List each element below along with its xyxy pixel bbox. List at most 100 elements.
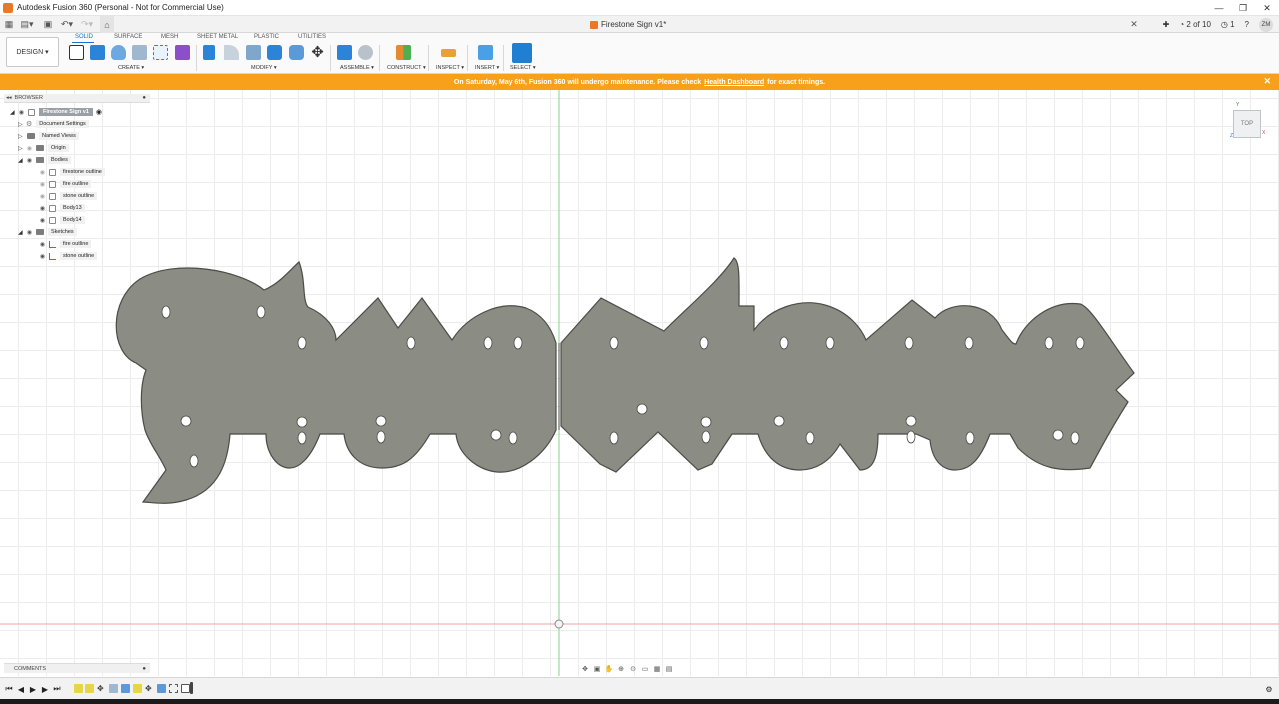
modify-group-label[interactable]: MODIFY ▾: [251, 65, 277, 71]
visibility-eye-icon[interactable]: ◉: [38, 193, 47, 200]
timeline-settings-icon[interactable]: ⚙: [1264, 684, 1274, 694]
create-sketch-icon[interactable]: [69, 45, 84, 60]
tab-mesh[interactable]: MESH: [161, 34, 178, 40]
revolve-icon[interactable]: [111, 45, 126, 60]
assemble-group-label[interactable]: ASSEMBLE ▾: [340, 65, 374, 71]
tree-item-named-views[interactable]: ▷ Named Views: [18, 131, 79, 141]
maximize-icon[interactable]: ❐: [1231, 0, 1255, 16]
timeline-feature-item[interactable]: [169, 684, 178, 693]
look-at-icon[interactable]: ▣: [592, 664, 602, 673]
health-dashboard-link[interactable]: Health Dashboard: [704, 79, 764, 86]
orbit-icon[interactable]: ✥: [580, 664, 590, 673]
grid-settings-icon[interactable]: ▦: [652, 664, 662, 673]
timeline-sketch-item[interactable]: [74, 684, 83, 693]
tab-solid[interactable]: SOLID: [75, 34, 93, 40]
press-pull-icon[interactable]: [203, 45, 215, 60]
save-icon[interactable]: ▣: [42, 16, 54, 33]
collapse-browser-icon[interactable]: ◂◂: [6, 95, 12, 101]
step-forward-icon[interactable]: ▶: [40, 684, 50, 694]
expand-triangle-icon[interactable]: ▷: [18, 145, 25, 152]
timeline-sketch-item[interactable]: [133, 684, 142, 693]
insert-image-icon[interactable]: [478, 45, 493, 60]
visibility-eye-icon[interactable]: ◉: [38, 241, 47, 248]
zoom-icon[interactable]: ⊕: [616, 664, 626, 673]
design-canvas[interactable]: [0, 90, 1279, 676]
construct-group-label[interactable]: CONSTRUCT ▾: [387, 65, 426, 71]
fit-icon[interactable]: ⊙: [628, 664, 638, 673]
viewcube[interactable]: TOP: [1233, 110, 1261, 138]
offset-plane-icon[interactable]: [396, 45, 411, 60]
tree-item-sketches[interactable]: ◢ ◉ Sketches: [18, 227, 77, 237]
visibility-eye-icon[interactable]: ◉: [38, 205, 47, 212]
tree-item-bodies[interactable]: ◢ ◉ Bodies: [18, 155, 71, 165]
new-component-icon[interactable]: [337, 45, 352, 60]
inspect-group-label[interactable]: INSPECT ▾: [436, 65, 464, 71]
expand-triangle-icon[interactable]: ▷: [18, 121, 25, 128]
close-icon[interactable]: ✕: [1255, 0, 1279, 16]
tree-item-body[interactable]: ◉ firestone outline: [38, 167, 105, 177]
user-avatar[interactable]: ZM: [1259, 17, 1273, 32]
visibility-eye-icon[interactable]: ◉: [17, 109, 26, 116]
timeline-feature-item[interactable]: [109, 684, 118, 693]
timeline-move-item[interactable]: ✥: [145, 684, 154, 693]
collapse-triangle-icon[interactable]: ◢: [18, 157, 25, 164]
browser-header[interactable]: ◂◂ BROWSER ●: [4, 94, 150, 103]
pattern-icon[interactable]: [153, 45, 168, 60]
help-icon[interactable]: ?: [1245, 20, 1249, 29]
chamfer-icon[interactable]: [246, 45, 261, 60]
close-tab-icon[interactable]: ✕: [1128, 16, 1140, 33]
timeline-marker[interactable]: [190, 682, 193, 694]
hole-icon[interactable]: [132, 45, 147, 60]
create-form-icon[interactable]: [175, 45, 190, 60]
origin-point-icon[interactable]: [554, 619, 564, 629]
tree-item-body[interactable]: ◉ Body13: [38, 203, 85, 213]
select-group-label[interactable]: SELECT ▾: [510, 65, 536, 71]
tree-item-sketch[interactable]: ◉ stone outline: [38, 251, 98, 261]
redo-icon[interactable]: ↷▾: [78, 16, 96, 33]
job-status[interactable]: ◔ 2 of 10: [1179, 20, 1211, 29]
timeline-feature-item[interactable]: [157, 684, 166, 693]
move-copy-icon[interactable]: ✥: [310, 45, 325, 60]
visibility-eye-icon[interactable]: ◉: [25, 145, 34, 152]
document-tab[interactable]: Firestone Sign v1*: [590, 16, 666, 33]
visibility-eye-icon[interactable]: ◉: [38, 181, 47, 188]
combine-icon[interactable]: [267, 45, 282, 60]
visibility-eye-icon[interactable]: ◉: [38, 253, 47, 260]
display-settings-icon[interactable]: ▭: [640, 664, 650, 673]
tree-root[interactable]: ◢ ◉ Firestone Sign v1 ◉: [10, 107, 102, 117]
activate-component-icon[interactable]: ◉: [96, 108, 102, 116]
extrude-icon[interactable]: [90, 45, 105, 60]
new-tab-icon[interactable]: ✚: [1163, 20, 1170, 29]
timeline-move-item[interactable]: ✥: [97, 684, 106, 693]
collapse-triangle-icon[interactable]: ◢: [18, 229, 25, 236]
home-icon[interactable]: ⌂: [100, 16, 114, 33]
file-menu-icon[interactable]: ▤▾: [18, 16, 36, 33]
fillet-icon[interactable]: [224, 45, 239, 60]
notifications-icon[interactable]: ◷ 1: [1221, 20, 1235, 29]
tree-item-body[interactable]: ◉ stone outline: [38, 191, 98, 201]
timeline-feature-item[interactable]: [121, 684, 130, 693]
joint-icon[interactable]: [358, 45, 373, 60]
tab-utilities[interactable]: UTILITIES: [298, 34, 326, 40]
visibility-eye-icon[interactable]: ◉: [38, 169, 47, 176]
go-to-start-icon[interactable]: ⏮: [4, 684, 14, 694]
tree-item-body[interactable]: ◉ fire outline: [38, 179, 92, 189]
measure-icon[interactable]: [441, 49, 456, 57]
tree-item-origin[interactable]: ▷ ◉ Origin: [18, 143, 69, 153]
timeline-feature-item[interactable]: [181, 684, 190, 693]
tree-item-body[interactable]: ◉ Body14: [38, 215, 85, 225]
grid-menu-icon[interactable]: ▦: [2, 16, 16, 33]
pan-icon[interactable]: ✋: [604, 664, 614, 673]
minimize-icon[interactable]: —: [1207, 0, 1231, 16]
comments-panel[interactable]: COMMENTS ●: [4, 663, 150, 673]
tree-item-document-settings[interactable]: ▷ ⚙ Document Settings: [18, 119, 89, 129]
timeline-sketch-item[interactable]: [85, 684, 94, 693]
select-icon[interactable]: [512, 43, 532, 63]
fire-outline-body[interactable]: [115, 260, 557, 504]
close-banner-icon[interactable]: ✕: [1263, 76, 1271, 87]
create-group-label[interactable]: CREATE ▾: [118, 65, 144, 71]
go-to-end-icon[interactable]: ⏭: [52, 684, 62, 694]
tab-plastic[interactable]: PLASTIC: [254, 34, 279, 40]
expand-triangle-icon[interactable]: ▷: [18, 133, 25, 140]
undo-icon[interactable]: ↶▾: [58, 16, 76, 33]
